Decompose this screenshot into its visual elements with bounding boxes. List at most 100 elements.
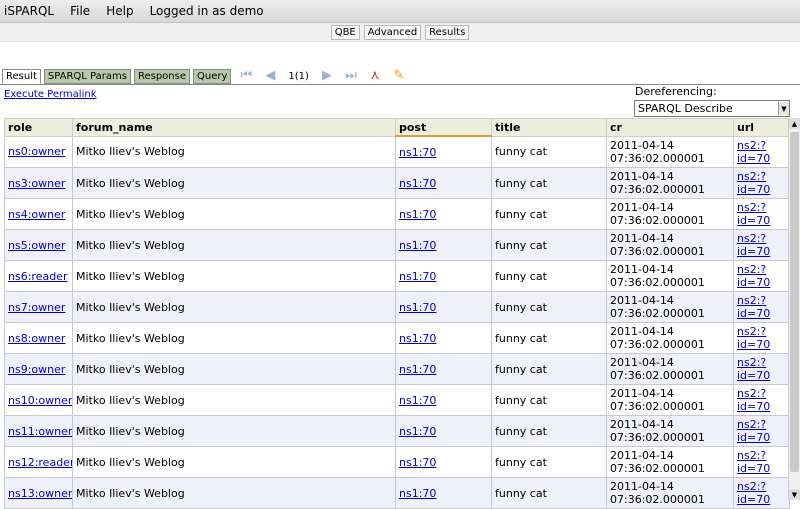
cr-time: 07:36:02.000001: [610, 151, 705, 165]
post-link[interactable]: ns1:70: [399, 456, 436, 469]
vertical-scrollbar[interactable]: ▲ ▼: [788, 118, 800, 500]
cell-forum-name: Mitko Iliev's Weblog: [72, 477, 396, 509]
cell-post: ns1:70: [395, 291, 492, 323]
cell-cr: 2011-04-14 07:36:02.000001: [606, 415, 734, 447]
table-row: ns4:owner Mitko Iliev's Weblog ns1:70 funny…: [4, 198, 790, 230]
role-link[interactable]: ns11:owner: [8, 425, 72, 438]
column-header-forum-name[interactable]: forum_name: [72, 118, 396, 137]
url-part-2: id=70: [737, 462, 771, 475]
post-link[interactable]: ns1:70: [399, 487, 436, 500]
dereferencing-select[interactable]: SPARQL Describe ▼: [634, 100, 790, 117]
post-link[interactable]: ns1:70: [399, 146, 436, 159]
column-header-cr[interactable]: cr: [606, 118, 734, 137]
menu-file[interactable]: File: [70, 4, 90, 18]
url-link[interactable]: ns2:? id=70: [737, 263, 786, 289]
last-page-icon[interactable]: ⏭: [342, 66, 360, 84]
column-header-title[interactable]: title: [491, 118, 607, 137]
cr-date: 2011-04-14: [610, 418, 674, 431]
role-link[interactable]: ns6:reader: [8, 270, 67, 283]
next-page-icon[interactable]: ▶: [318, 66, 336, 84]
table-row: ns8:owner Mitko Iliev's Weblog ns1:70 funny…: [4, 322, 790, 354]
mode-tab-advanced[interactable]: Advanced: [363, 25, 422, 40]
role-link[interactable]: ns4:owner: [8, 208, 65, 221]
role-link[interactable]: ns7:owner: [8, 301, 65, 314]
cell-role: ns4:owner: [4, 198, 73, 230]
scroll-up-icon[interactable]: ▲: [789, 118, 800, 129]
cell-role: ns0:owner: [4, 135, 73, 168]
first-page-icon[interactable]: ⏮: [237, 66, 255, 84]
column-header-role[interactable]: role: [4, 118, 73, 137]
cell-cr: 2011-04-14 07:36:02.000001: [606, 260, 734, 292]
url-part-1: ns2:?: [737, 356, 767, 369]
cr-time: 07:36:02.000001: [610, 245, 705, 258]
url-link[interactable]: ns2:? id=70: [737, 294, 786, 320]
cr-time: 07:36:02.000001: [610, 462, 705, 475]
url-link[interactable]: ns2:? id=70: [737, 480, 786, 506]
role-link[interactable]: ns10:owner: [8, 394, 72, 407]
post-link[interactable]: ns1:70: [399, 394, 436, 407]
url-link[interactable]: ns2:? id=70: [737, 139, 786, 165]
tab-sparql-params[interactable]: SPARQL Params: [43, 69, 131, 84]
cell-post: ns1:70: [395, 384, 492, 416]
column-header-url[interactable]: url: [733, 118, 790, 137]
post-link[interactable]: ns1:70: [399, 425, 436, 438]
post-link[interactable]: ns1:70: [399, 363, 436, 376]
post-link[interactable]: ns1:70: [399, 208, 436, 221]
url-link[interactable]: ns2:? id=70: [737, 325, 786, 351]
edit-pencil-icon[interactable]: ✎: [390, 66, 408, 84]
column-header-post[interactable]: post: [395, 118, 492, 137]
chevron-down-icon: ▼: [778, 102, 789, 115]
url-link[interactable]: ns2:? id=70: [737, 418, 786, 444]
menu-help[interactable]: Help: [106, 4, 133, 18]
cell-cr: 2011-04-14 07:36:02.000001: [606, 167, 734, 199]
post-link[interactable]: ns1:70: [399, 301, 436, 314]
post-link[interactable]: ns1:70: [399, 270, 436, 283]
url-link[interactable]: ns2:? id=70: [737, 449, 786, 475]
role-link[interactable]: ns5:owner: [8, 239, 65, 252]
prev-page-icon[interactable]: ◀: [261, 66, 279, 84]
tab-result[interactable]: Result: [2, 69, 41, 84]
mode-tab-qbe[interactable]: QBE: [330, 25, 360, 40]
app-title: iSPARQL: [4, 4, 55, 18]
role-link[interactable]: ns9:owner: [8, 363, 65, 376]
scroll-thumb[interactable]: [790, 132, 799, 472]
cell-role: ns12:reader: [4, 446, 73, 478]
tab-query[interactable]: Query: [193, 69, 232, 84]
cell-url: ns2:? id=70: [733, 135, 790, 168]
url-link[interactable]: ns2:? id=70: [737, 232, 786, 258]
table-row: ns13:owner Mitko Iliev's Weblog ns1:70 funn…: [4, 477, 790, 509]
url-part-1: ns2:?: [737, 480, 767, 493]
mode-tab-results[interactable]: Results: [425, 25, 470, 40]
url-link[interactable]: ns2:? id=70: [737, 387, 786, 413]
url-part-1: ns2:?: [737, 325, 767, 338]
role-link[interactable]: ns12:reader: [8, 456, 72, 469]
scroll-down-icon[interactable]: ▼: [789, 489, 800, 500]
url-part-2: id=70: [737, 183, 771, 196]
role-link[interactable]: ns8:owner: [8, 332, 65, 345]
table-row: ns6:reader Mitko Iliev's Weblog ns1:70 funn…: [4, 260, 790, 292]
role-link[interactable]: ns3:owner: [8, 177, 65, 190]
cell-forum-name: Mitko Iliev's Weblog: [72, 260, 396, 292]
post-link[interactable]: ns1:70: [399, 177, 436, 190]
cell-post: ns1:70: [395, 167, 492, 199]
url-part-2: id=70: [737, 214, 771, 227]
post-link[interactable]: ns1:70: [399, 239, 436, 252]
execute-permalink-link[interactable]: Execute Permalink: [4, 89, 97, 100]
cell-post: ns1:70: [395, 198, 492, 230]
cell-post: ns1:70: [395, 322, 492, 354]
url-link[interactable]: ns2:? id=70: [737, 170, 786, 196]
url-link[interactable]: ns2:? id=70: [737, 201, 786, 227]
url-part-1: ns2:?: [737, 138, 767, 152]
tab-response[interactable]: Response: [133, 69, 190, 84]
cell-url: ns2:? id=70: [733, 322, 790, 354]
url-part-2: id=70: [737, 245, 771, 258]
cr-time: 07:36:02.000001: [610, 214, 705, 227]
cell-role: ns7:owner: [4, 291, 73, 323]
cell-url: ns2:? id=70: [733, 167, 790, 199]
role-link[interactable]: ns0:owner: [8, 145, 65, 158]
graph-view-icon[interactable]: ⋏: [366, 66, 384, 84]
role-link[interactable]: ns13:owner: [8, 487, 72, 500]
post-link[interactable]: ns1:70: [399, 332, 436, 345]
cell-cr: 2011-04-14 07:36:02.000001: [606, 384, 734, 416]
url-link[interactable]: ns2:? id=70: [737, 356, 786, 382]
